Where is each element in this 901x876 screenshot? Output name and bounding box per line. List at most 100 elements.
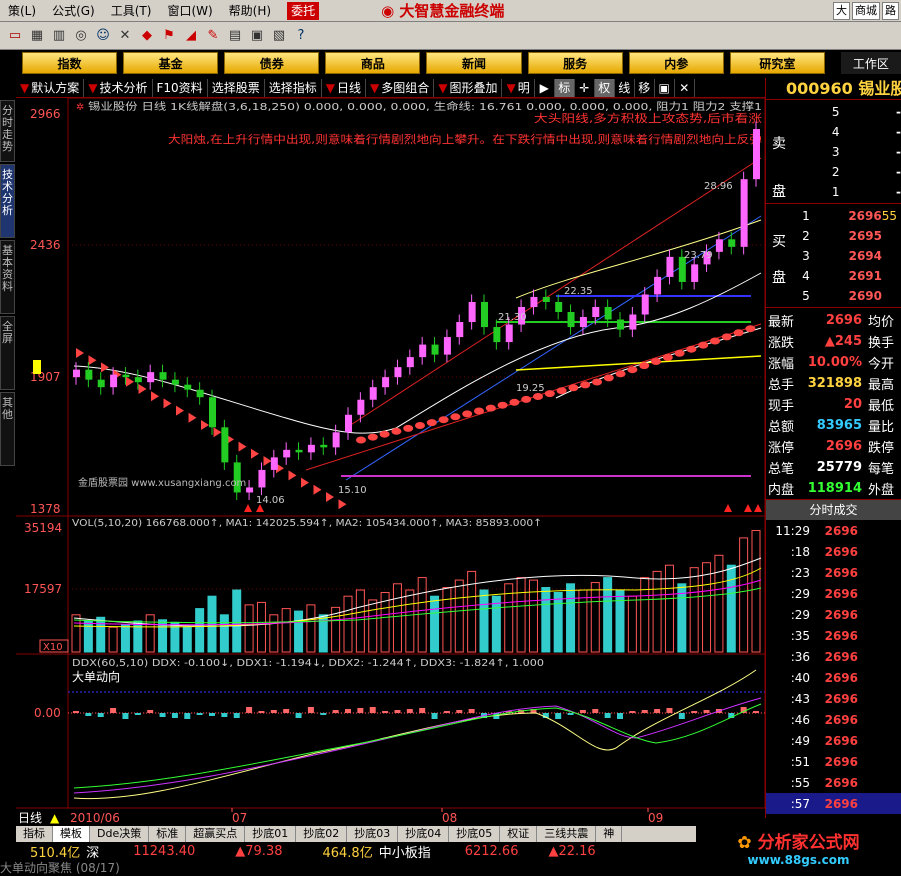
side-tab-technical[interactable]: 技术分析 — [0, 164, 15, 238]
tech-analysis-select[interactable]: ▼ 技术分析 — [84, 78, 153, 97]
menu-item-tools[interactable]: 工具(T) — [103, 0, 160, 22]
period-select[interactable]: ▼ 日线 — [322, 78, 366, 97]
tab-road[interactable]: 路 — [882, 1, 899, 20]
select-stock-button[interactable]: 选择股票 — [208, 78, 265, 97]
nav-insider[interactable]: 内参 — [628, 52, 724, 74]
side-tab-fullscreen[interactable]: 全屏 — [0, 316, 15, 390]
scheme-select[interactable]: ▼ 默认方案 — [16, 78, 85, 97]
help-icon[interactable]: ? — [292, 27, 310, 45]
play-icon[interactable]: ▶ — [535, 78, 555, 97]
toggle-rights[interactable]: 权 — [594, 78, 615, 97]
indicator-tab[interactable]: 权证 — [500, 826, 538, 842]
support-dot — [603, 374, 614, 382]
sar-marker — [213, 427, 222, 438]
binoculars-icon[interactable]: ◎ — [72, 27, 90, 45]
diamond-icon[interactable]: ◆ — [138, 27, 156, 45]
nav-research[interactable]: 研究室 — [729, 52, 825, 74]
nav-news[interactable]: 新闻 — [426, 52, 522, 74]
menu-item-help[interactable]: 帮助(H) — [221, 0, 279, 22]
overlay-select[interactable]: ▼ 图形叠加 — [434, 78, 503, 97]
scheme-label: 默认方案 — [31, 80, 80, 95]
layout-icon[interactable]: ▤ — [226, 27, 244, 45]
ticks-title[interactable]: 分时成交 — [766, 500, 901, 520]
sell-row[interactable]: 5- — [766, 102, 901, 122]
quote-row: 总笔 25779 每笔 — [766, 457, 901, 478]
indicator-tab[interactable]: 神 — [596, 826, 623, 842]
close-icon[interactable]: ✕ — [675, 78, 695, 97]
nav-commodity[interactable]: 商品 — [325, 52, 421, 74]
flag-icon[interactable]: ⚑ — [160, 27, 178, 45]
users-icon[interactable]: ☺ — [94, 27, 112, 45]
menu-item-formula[interactable]: 公式(G) — [44, 0, 103, 22]
ddx-bar — [233, 713, 240, 718]
menu-item-window[interactable]: 窗口(W) — [159, 0, 220, 22]
indicator-tab[interactable]: 抄底01 — [245, 826, 297, 842]
support-dot — [391, 427, 402, 435]
quote-row: 现手 20 最低 — [766, 394, 901, 415]
nav-bond[interactable]: 债券 — [224, 52, 320, 74]
indicator-tab[interactable]: 标准 — [149, 826, 187, 842]
tools-icon[interactable]: ✕ — [116, 27, 134, 45]
buy-volume: 55 — [881, 209, 897, 223]
page-icon[interactable]: ▣ — [248, 27, 266, 45]
support-dot — [627, 366, 638, 374]
date-tick-3: 08 — [442, 811, 457, 825]
indicator-tab[interactable]: 模板 — [53, 826, 90, 842]
volume-bar — [269, 614, 279, 653]
indicator-tab[interactable]: 抄底05 — [449, 826, 501, 842]
workzone-button[interactable]: 工作区 — [840, 52, 901, 74]
candle-body — [357, 399, 365, 415]
side-tab-other[interactable]: 其他 — [0, 392, 15, 466]
multi-chart-select[interactable]: ▼ 多图组合 — [366, 78, 435, 97]
ddx-bar — [629, 711, 636, 713]
more-button[interactable]: ▼ 明 — [502, 78, 535, 97]
support-dot — [686, 345, 697, 353]
side-tab-fundamental[interactable]: 基本资料 — [0, 240, 15, 314]
tab-mall[interactable]: 商城 — [852, 1, 880, 20]
volume-bar — [195, 608, 205, 653]
select-indicator-button[interactable]: 选择指标 — [265, 78, 322, 97]
indicator-tab[interactable]: 抄底04 — [398, 826, 450, 842]
crosshair-icon[interactable]: ✛ — [575, 78, 595, 97]
menu-item-strategy[interactable]: 策(L) — [0, 0, 44, 22]
indicator-tab[interactable]: 抄底03 — [347, 826, 399, 842]
indicator-tab[interactable]: 抄底02 — [296, 826, 348, 842]
tab-big[interactable]: 大 — [833, 1, 850, 20]
bars-icon[interactable]: ▥ — [50, 27, 68, 45]
ddx-bar — [617, 713, 623, 719]
volume-bar — [627, 595, 637, 653]
nav-service[interactable]: 服务 — [527, 52, 623, 74]
window-icon[interactable]: ▣ — [655, 78, 675, 97]
indicator-tab[interactable]: 三线共震 — [537, 826, 597, 842]
ddx-zero: 0.00 — [34, 706, 61, 720]
candle-body — [592, 306, 600, 318]
tick-price: 2696 — [824, 712, 858, 727]
indicator-tab[interactable]: 指标 — [16, 826, 53, 842]
toggle-mark[interactable]: 标 — [554, 78, 575, 97]
status-sme-label: 中小板指 — [378, 845, 431, 861]
tick-price: 2696 — [824, 565, 858, 580]
buy-row[interactable]: 1 2696 55 — [766, 206, 901, 226]
status-sme-change: ▲22.16 — [548, 843, 596, 859]
ddx-bar — [641, 710, 648, 713]
sell-label: 卖盘 — [772, 120, 792, 216]
ddx-bar — [184, 713, 191, 719]
nav-fund[interactable]: 基金 — [123, 52, 219, 74]
indicator-tab[interactable]: 超赢买点 — [186, 826, 246, 842]
grid-icon[interactable]: ▦ — [28, 27, 46, 45]
chart-icon[interactable]: ◢ — [182, 27, 200, 45]
side-tab-intraday[interactable]: 分时走势 — [0, 100, 15, 162]
nav-index[interactable]: 指数 — [22, 52, 118, 74]
indicator-tab[interactable]: Dde决策 — [90, 826, 150, 842]
kline-chart[interactable]: 2966 2436 1907 1378 锡业股份 日线 1K线解盘(3,6,18… — [16, 98, 765, 826]
toggle-line[interactable]: 线 — [615, 78, 635, 97]
chart-settings-icon[interactable]: ✲ — [76, 102, 84, 113]
f10-button[interactable]: F10资料 — [153, 78, 208, 97]
volume-bar — [751, 529, 761, 653]
print-icon[interactable]: ▧ — [270, 27, 288, 45]
pen-icon[interactable]: ✎ — [204, 27, 222, 45]
order-button[interactable]: 委托 — [287, 1, 320, 20]
card-icon[interactable]: ▭ — [6, 27, 24, 45]
toggle-move[interactable]: 移 — [635, 78, 655, 97]
tick-price: 2696 — [824, 523, 858, 538]
